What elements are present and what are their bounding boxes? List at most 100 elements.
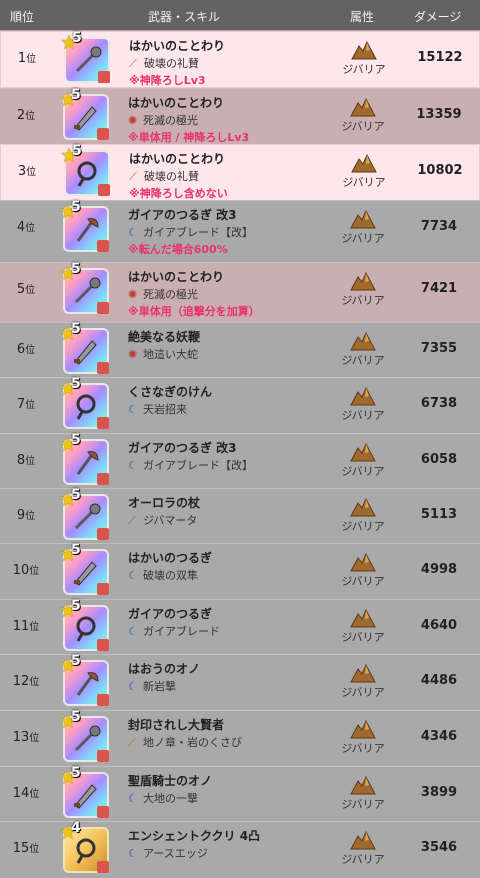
crescent-icon: ☾ [128, 403, 138, 416]
weapon-name: はかいのことわり [129, 39, 226, 53]
weapon-name: くさなぎのけん [128, 385, 213, 399]
table-row[interactable]: 4位 ★ 5 ガイアのつるぎ 改3 ☾ ガイアブレード【改】 ※転んだ場合600% ジバリア 7… [0, 199, 480, 262]
weapon-icon[interactable]: ★ 4 [59, 820, 109, 873]
skill-name: 天岩招来 [143, 403, 187, 416]
damage-value: 6058 [420, 452, 458, 467]
weapon-icon[interactable]: ★ 5 [59, 321, 109, 374]
table-row[interactable]: 15位 ★ 4 エンシェントククリ 4凸 ☾ アースエッジ ジバリア 3546 [0, 820, 480, 878]
rank-cell: 11位 [0, 618, 52, 634]
weapon-name: 絶美なる妖鞭 [128, 330, 201, 344]
attribute-cell: ジバリア [335, 663, 391, 700]
skill-note: ※転んだ場合600% [128, 243, 228, 256]
weapon-icon[interactable]: ★ 5 [59, 199, 109, 252]
attribute-label: ジバリア [341, 798, 385, 811]
table-row[interactable]: 14位 ★ 5 聖盾騎士のオノ ☾ 大地の一撃 ジバリア 3899 [0, 765, 480, 821]
skill-line: ✺ 死滅の極光 [128, 112, 198, 128]
rank-cell: 15位 [0, 840, 52, 856]
weapon-type-badge-icon [97, 528, 109, 540]
weapon-name: ガイアのつるぎ 改3 [128, 208, 237, 222]
skill-name: 破壊の礼賛 [144, 170, 199, 183]
table-row[interactable]: 13位 ★ 5 封印されし大賢者 ⟋ 地ノ章・岩のくさび ジバリア 4346 [0, 709, 480, 766]
attribute-cell: ジバリア [335, 830, 391, 867]
damage-value: 4998 [420, 562, 458, 577]
skill-name: 破壊の礼賛 [144, 57, 199, 70]
table-row[interactable]: 1位 ★ 5 はかいのことわり ⟋ 破壊の礼賛 ※神降ろしLv3 ジバリア 15122 [0, 30, 480, 88]
weapon-name: はかいのことわり [129, 152, 226, 166]
weapon-icon[interactable]: ★ 5 [59, 709, 109, 762]
table-row[interactable]: 7位 ★ 5 くさなぎのけん ☾ 天岩招来 ジバリア 6738 [0, 376, 480, 433]
damage-value: 3546 [420, 840, 458, 855]
skill-line: ☾ ガイアブレード [128, 623, 220, 639]
skill-line: ✺ 地這い大蛇 [128, 346, 198, 362]
skill-line: ☾ 大地の一撃 [128, 790, 198, 806]
damage-value: 4346 [420, 729, 458, 744]
weapon-icon[interactable]: ★ 5 [59, 542, 109, 595]
earth-attribute-icon [350, 209, 376, 229]
rank-suffix: 位 [25, 111, 36, 122]
header-damage: ダメージ [414, 10, 462, 24]
table-row[interactable]: 6位 ★ 5 絶美なる妖鞭 ✺ 地這い大蛇 ジバリア 7355 [0, 321, 480, 377]
attribute-cell: ジバリア [335, 552, 391, 589]
weapon-type-badge-icon [97, 694, 109, 706]
crescent-icon: ☾ [128, 569, 138, 582]
rod-icon: ⟋ [129, 57, 137, 70]
weapon-type-badge-icon [97, 806, 109, 818]
table-row[interactable]: 12位 ★ 5 はおうのオノ ☾ 新岩撃 ジバリア 4486 [0, 653, 480, 710]
weapon-type-badge-icon [97, 583, 109, 595]
earth-attribute-icon [350, 97, 376, 117]
rank-suffix: 位 [26, 167, 37, 178]
weapon-icon[interactable]: ★ 5 [60, 30, 110, 83]
attribute-label: ジバリア [341, 575, 385, 588]
weapon-icon[interactable]: ★ 5 [59, 487, 109, 540]
rank-number: 5 [16, 282, 26, 297]
weapon-name: はおうのオノ [128, 662, 201, 676]
weapon-icon[interactable]: ★ 5 [59, 87, 109, 140]
rank-number: 2 [16, 108, 26, 123]
weapon-icon[interactable]: ★ 5 [59, 376, 109, 429]
rank-number: 11 [12, 619, 30, 634]
rank-cell: 7位 [0, 396, 52, 412]
weapon-type-badge-icon [97, 128, 109, 140]
rank-number: 1 [17, 51, 27, 66]
table-row[interactable]: 11位 ★ 5 ガイアのつるぎ ☾ ガイアブレード ジバリア 4640 [0, 598, 480, 654]
table-row[interactable]: 9位 ★ 5 オーロラの杖 ⟋ ジバマータ ジバリア 5113 [0, 487, 480, 543]
damage-value: 7421 [420, 281, 458, 296]
attribute-label: ジバリア [341, 465, 385, 478]
rank-number: 15 [12, 841, 30, 856]
weapon-type-badge-icon [97, 240, 109, 252]
table-row[interactable]: 8位 ★ 5 ガイアのつるぎ 改3 ☾ ガイアブレード【改】 ジバリア 6058 [0, 432, 480, 488]
rank-suffix: 位 [29, 622, 40, 633]
rank-cell: 12位 [0, 673, 52, 689]
earth-attribute-icon [350, 608, 376, 628]
weapon-icon[interactable]: ★ 5 [59, 261, 109, 314]
rank-cell: 10位 [0, 562, 52, 578]
rank-number: 10 [12, 563, 30, 578]
table-row[interactable]: 5位 ★ 5 はかいのことわり ✺ 死滅の極光 ※単体用（追撃分を加算） ジバリア 7421 [0, 261, 480, 322]
rank-cell: 2位 [0, 107, 52, 123]
crescent-icon: ☾ [128, 226, 138, 239]
rank-cell: 1位 [1, 50, 53, 66]
skill-line: ☾ ガイアブレード【改】 [128, 224, 253, 240]
weapon-icon[interactable]: ★ 5 [59, 598, 109, 651]
rank-number: 14 [12, 786, 30, 801]
rank-suffix: 位 [25, 511, 36, 522]
rank-number: 6 [16, 342, 26, 357]
damage-value: 4486 [420, 673, 458, 688]
table-row[interactable]: 10位 ★ 5 はかいのつるぎ ☾ 破壊の双隼 ジバリア 4998 [0, 542, 480, 599]
weapon-icon[interactable]: ★ 5 [59, 653, 109, 706]
weapon-icon[interactable]: ★ 5 [60, 143, 110, 196]
weapon-icon[interactable]: ★ 5 [59, 432, 109, 485]
rank-number: 8 [16, 453, 26, 468]
skill-name: 破壊の双隼 [143, 569, 198, 582]
skill-name: 死滅の極光 [143, 288, 198, 301]
rank-suffix: 位 [25, 400, 36, 411]
weapon-icon[interactable]: ★ 5 [59, 765, 109, 818]
skill-name: 地ノ章・岩のくさび [143, 736, 242, 749]
header-attribute: 属性 [350, 10, 375, 24]
damage-value: 15122 [417, 50, 463, 65]
attribute-label: ジバリア [341, 294, 385, 307]
table-row[interactable]: 3位 ★ 5 はかいのことわり ⟋ 破壊の礼賛 ※神降ろし含めない ジバリア 10802 [0, 143, 480, 201]
burst-icon: ✺ [128, 288, 138, 301]
earth-attribute-icon [350, 386, 376, 406]
table-row[interactable]: 2位 ★ 5 はかいのことわり ✺ 死滅の極光 ※単体用 / 神降ろしLv3 ジバリア 1335… [0, 87, 480, 144]
